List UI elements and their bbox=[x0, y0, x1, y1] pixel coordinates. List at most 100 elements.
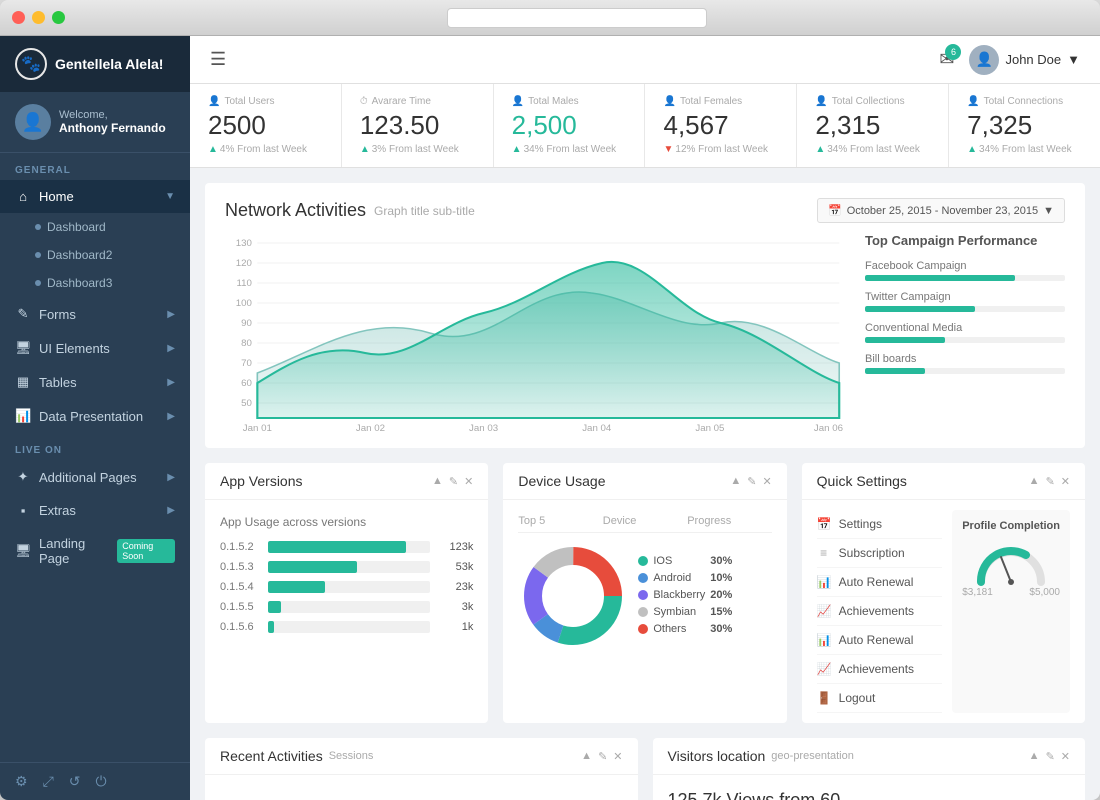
version-bar-bg-3 bbox=[268, 601, 430, 613]
quick-settings-body: 📅 Settings ≡ Subscription 📊 Auto Renewal bbox=[802, 500, 1085, 723]
ui-elements-icon: 🖥 bbox=[15, 340, 31, 356]
chart-subtitle: Graph title sub-title bbox=[374, 204, 475, 218]
device-usage-widget: Device Usage ▲ ✎ ✕ Top 5 Device P bbox=[503, 463, 786, 723]
stats-row: 👤 Total Users 2500 ▲ 4% From last Week ⏱… bbox=[190, 84, 1100, 168]
campaign-item-twitter: Twitter Campaign bbox=[865, 291, 1065, 312]
sidebar-item-dashboard2[interactable]: Dashboard2 bbox=[0, 241, 190, 269]
version-count-2: 23k bbox=[438, 581, 473, 593]
legend-list: IOS 30% Android 10% bbox=[638, 555, 732, 640]
wrench-icon[interactable]: ✎ bbox=[449, 475, 458, 488]
device-usage-controls: ▲ ✎ ✕ bbox=[730, 475, 771, 488]
hamburger-icon[interactable]: ☰ bbox=[210, 49, 226, 70]
mail-badge: 6 bbox=[945, 44, 961, 60]
sidebar-item-dashboard-label: Dashboard bbox=[47, 220, 106, 234]
campaign-bar-bg-billboards bbox=[865, 368, 1065, 374]
power-footer-icon[interactable]: ⏻ bbox=[96, 773, 107, 790]
content-scroll[interactable]: Network Activities Graph title sub-title… bbox=[190, 168, 1100, 800]
achievements-icon: 📈 bbox=[817, 604, 831, 618]
collapse-icon4[interactable]: ▲ bbox=[581, 750, 592, 763]
gauge-max-label: $5,000 bbox=[1029, 587, 1060, 598]
collapse-icon5[interactable]: ▲ bbox=[1029, 750, 1040, 763]
sidebar-item-ui-elements[interactable]: 🖥 UI Elements ▶ bbox=[0, 331, 190, 365]
stat-total-collections-label: 👤 Total Collections bbox=[815, 96, 930, 107]
qs-settings-label: Settings bbox=[839, 517, 882, 531]
sidebar-item-tables[interactable]: ▦ Tables ▶ bbox=[0, 365, 190, 399]
qs-auto-renewal-label: Auto Renewal bbox=[839, 575, 914, 589]
maximize-button[interactable] bbox=[52, 11, 65, 24]
wrench-icon3[interactable]: ✎ bbox=[1046, 475, 1055, 488]
mail-icon[interactable]: ✉ 6 bbox=[939, 49, 954, 70]
close-widget-icon5[interactable]: ✕ bbox=[1061, 750, 1070, 763]
qs-item-auto-renewal[interactable]: 📊 Auto Renewal bbox=[817, 568, 943, 597]
sidebar-item-additional-pages[interactable]: ✦ Additional Pages ▶ bbox=[0, 460, 190, 494]
collapse-icon3[interactable]: ▲ bbox=[1029, 475, 1040, 488]
version-bar-fill-0 bbox=[268, 541, 406, 553]
date-picker[interactable]: 📅 October 25, 2015 - November 23, 2015 ▼ bbox=[817, 198, 1065, 223]
svg-text:Jan 02: Jan 02 bbox=[356, 423, 385, 433]
version-bar-fill-2 bbox=[268, 581, 325, 593]
coming-soon-badge: Coming Soon bbox=[117, 539, 175, 563]
close-button[interactable] bbox=[12, 11, 25, 24]
campaign-item-conventional: Conventional Media bbox=[865, 322, 1065, 343]
fullscreen-footer-icon[interactable]: ⤢ bbox=[43, 773, 54, 790]
version-count-1: 53k bbox=[438, 561, 473, 573]
collections-icon: 👤 bbox=[815, 96, 827, 107]
quick-settings-widget: Quick Settings ▲ ✎ ✕ 📅 Sett bbox=[802, 463, 1085, 723]
user-menu[interactable]: 👤 John Doe ▼ bbox=[969, 45, 1080, 75]
version-label-3: 0.1.5.5 bbox=[220, 601, 260, 613]
sidebar-item-landing-page[interactable]: 🖥 Landing Page Coming Soon bbox=[0, 527, 190, 575]
auto-renewal-icon: 📊 bbox=[817, 575, 831, 589]
qs-item-auto-renewal2[interactable]: 📊 Auto Renewal bbox=[817, 626, 943, 655]
qs-item-subscription[interactable]: ≡ Subscription bbox=[817, 539, 943, 568]
wrench-icon4[interactable]: ✎ bbox=[598, 750, 607, 763]
sidebar-item-dashboard[interactable]: Dashboard bbox=[0, 213, 190, 241]
qs-item-settings[interactable]: 📅 Settings bbox=[817, 510, 943, 539]
quick-settings-header: Quick Settings ▲ ✎ ✕ bbox=[802, 463, 1085, 500]
sidebar-item-home[interactable]: ⌂ Home ▼ bbox=[0, 180, 190, 213]
up-arrow-icon4: ▲ bbox=[815, 144, 825, 155]
minimize-button[interactable] bbox=[32, 11, 45, 24]
dashboard-dot-icon bbox=[35, 224, 41, 230]
user-avatar: 👤 bbox=[969, 45, 999, 75]
users-icon: 👤 bbox=[208, 96, 220, 107]
wrench-icon2[interactable]: ✎ bbox=[747, 475, 756, 488]
settings-icon: 📅 bbox=[817, 517, 831, 531]
sidebar-item-data-label: Data Presentation bbox=[39, 409, 143, 424]
recent-activities-body: Who Needs Sundance When You've Got Crowd… bbox=[205, 775, 638, 800]
sidebar-item-forms[interactable]: ✎ Forms ▶ bbox=[0, 297, 190, 331]
sidebar-item-extras-label: Extras bbox=[39, 503, 76, 518]
close-widget-icon2[interactable]: ✕ bbox=[762, 475, 771, 488]
stat-total-males-change: ▲ 34% From last Week bbox=[512, 144, 627, 155]
settings-footer-icon[interactable]: ⚙ bbox=[15, 773, 28, 790]
logo-text: Gentellela Alela! bbox=[55, 56, 163, 72]
close-widget-icon4[interactable]: ✕ bbox=[613, 750, 622, 763]
network-chart-section: Network Activities Graph title sub-title… bbox=[205, 183, 1085, 448]
campaign-panel: Top Campaign Performance Facebook Campai… bbox=[865, 233, 1065, 433]
collapse-icon2[interactable]: ▲ bbox=[730, 475, 741, 488]
visitors-stat: 125.7k Views from 60 bbox=[668, 790, 1071, 800]
stat-total-connections-label: 👤 Total Connections bbox=[967, 96, 1082, 107]
visitors-location-header: Visitors location geo-presentation ▲ ✎ ✕ bbox=[653, 738, 1086, 775]
sidebar-item-data-presentation[interactable]: 📊 Data Presentation ▶ bbox=[0, 399, 190, 433]
sidebar-item-dashboard3[interactable]: Dashboard3 bbox=[0, 269, 190, 297]
wrench-icon5[interactable]: ✎ bbox=[1046, 750, 1055, 763]
avatar: 👤 bbox=[15, 104, 51, 140]
up-arrow-icon3: ▲ bbox=[512, 144, 522, 155]
chart-title: Network Activities bbox=[225, 200, 366, 221]
refresh-footer-icon[interactable]: ↺ bbox=[69, 773, 81, 790]
quick-settings-list: 📅 Settings ≡ Subscription 📊 Auto Renewal bbox=[817, 510, 943, 713]
qs-achievements-label: Achievements bbox=[839, 604, 914, 618]
collapse-icon[interactable]: ▲ bbox=[432, 475, 443, 488]
qs-item-achievements2[interactable]: 📈 Achievements bbox=[817, 655, 943, 684]
males-icon: 👤 bbox=[512, 96, 524, 107]
qs-auto-renewal2-label: Auto Renewal bbox=[839, 633, 914, 647]
url-input[interactable]: demo.kimlabs.com bbox=[447, 8, 707, 28]
close-widget-icon3[interactable]: ✕ bbox=[1061, 475, 1070, 488]
stat-total-males-label: 👤 Total Males bbox=[512, 96, 627, 107]
qs-item-logout[interactable]: 🚪 Logout bbox=[817, 684, 943, 713]
window-controls bbox=[12, 11, 65, 24]
qs-item-achievements[interactable]: 📈 Achievements bbox=[817, 597, 943, 626]
campaign-bar-fill-billboards bbox=[865, 368, 925, 374]
sidebar-item-extras[interactable]: ▪ Extras ▶ bbox=[0, 494, 190, 527]
close-widget-icon[interactable]: ✕ bbox=[464, 475, 473, 488]
